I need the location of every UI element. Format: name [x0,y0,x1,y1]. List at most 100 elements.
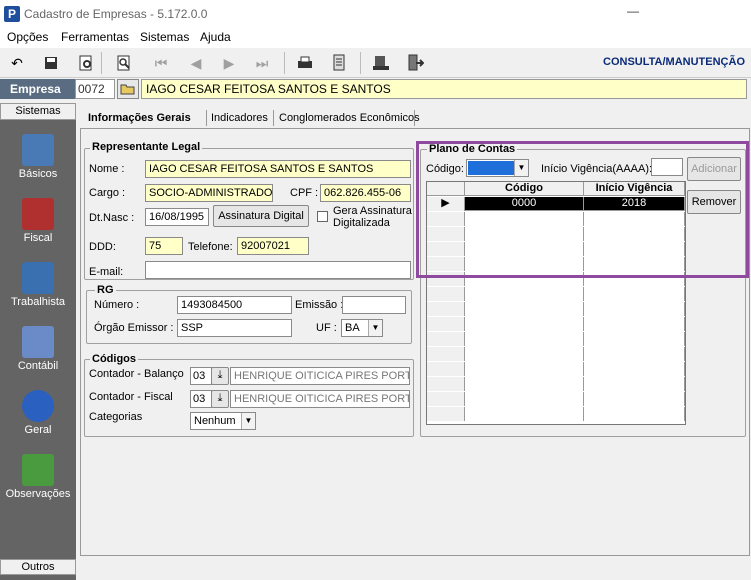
exit-icon[interactable] [404,52,426,74]
worker-icon [22,262,54,294]
menu-sistemas[interactable]: Sistemas [140,30,189,44]
empty-grid-row [427,377,685,391]
empty-grid-row [427,332,685,346]
first-record-icon[interactable]: ⏮ [150,52,172,74]
tab-informacoes-gerais[interactable]: Informações Gerais [86,108,193,128]
menu-ferramentas[interactable]: Ferramentas [61,30,129,44]
find-icon[interactable] [113,52,135,74]
sidebar-item-observacoes[interactable]: Observações [0,454,76,500]
nome-field[interactable]: IAGO CESAR FEITOSA SANTOS E SANTOS [145,160,411,178]
download-icon[interactable]: ⤓ [211,367,229,385]
assinatura-digital-button[interactable]: Assinatura Digital [213,205,309,227]
contador-fiscal-label: Contador - Fiscal [89,391,173,403]
uf-select[interactable]: BA ▼ [341,319,383,337]
categorias-select[interactable]: Nenhum ▼ [190,412,256,430]
balanco-code-field[interactable]: 03 [190,367,212,385]
empty-grid-cell [427,317,465,331]
save-icon[interactable] [40,52,62,74]
empty-grid-row [427,287,685,301]
cargo-label: Cargo : [89,187,126,199]
empty-grid-cell [427,332,465,346]
contador-balanco-label: Contador - Balanço [89,368,184,380]
empty-grid-cell [584,302,685,316]
cpf-field[interactable]: 062.826.455-06 [320,184,411,202]
download-icon[interactable]: ⤓ [211,390,229,408]
last-record-icon[interactable]: ⏭ [251,52,273,74]
cpf-label: CPF : [290,187,319,199]
empresa-name-field[interactable]: IAGO CESAR FEITOSA SANTOS E SANTOS [141,79,747,99]
open-folder-icon[interactable] [117,79,139,99]
rg-numero-field[interactable]: 1493084500 [177,296,292,314]
empty-grid-row [427,362,685,376]
dtnasc-field[interactable]: 16/08/1995 [145,208,209,226]
stamp-icon[interactable] [370,52,392,74]
empty-grid-row [427,347,685,361]
empty-grid-row [427,317,685,331]
representante-legend: Representante Legal [90,141,203,153]
highlight-box [416,141,749,278]
sidebar-item-trabalhista[interactable]: Trabalhista [0,262,76,308]
menu-bar: Opções Ferramentas Sistemas Ajuda [0,28,751,48]
sidebar-item-fiscal[interactable]: Fiscal [0,198,76,244]
pen-paper-icon [22,454,54,486]
sidebar-footer[interactable]: Outros [0,559,76,575]
undo-icon[interactable]: ↶ [6,52,28,74]
empty-grid-cell [584,377,685,391]
next-record-icon[interactable]: ▶ [218,52,240,74]
email-label: E-mail: [89,266,124,278]
empty-grid-cell [584,347,685,361]
empty-grid-cell [584,317,685,331]
dtnasc-label: Dt.Nasc : [89,212,135,224]
rg-emissao-field[interactable] [342,296,406,314]
menu-ajuda[interactable]: Ajuda [200,30,231,44]
empty-grid-cell [584,392,685,406]
empty-grid-cell [584,362,685,376]
email-field[interactable] [145,261,411,279]
empty-grid-cell [427,347,465,361]
rg-orgao-field[interactable]: SSP [177,319,292,337]
window-title: Cadastro de Empresas - 5.172.0.0 [24,7,208,21]
empty-grid-cell [465,362,584,376]
tab-indicadores[interactable]: Indicadores [209,108,270,128]
sidebar-item-contabil[interactable]: Contábil [0,326,76,372]
telefone-label: Telefone: [188,241,233,253]
empty-grid-cell [427,287,465,301]
sidebar-item-basicos[interactable]: Básicos [0,134,76,180]
fiscal-name-field: HENRIQUE OITICICA PIRES PORTO [230,390,410,408]
balanco-name-field: HENRIQUE OITICICA PIRES PORTO [230,367,410,385]
codigos-legend: Códigos [90,353,138,365]
tab-conglomerados[interactable]: Conglomerados Econômicos [277,108,422,128]
sidebar-item-geral[interactable]: Geral [0,390,76,436]
menu-opcoes[interactable]: Opções [7,30,48,44]
empty-grid-cell [465,407,584,421]
minimize-icon[interactable]: — [626,4,640,18]
sidebar-item-label: Trabalhista [10,296,65,308]
empty-grid-cell [465,392,584,406]
empty-grid-cell [427,362,465,376]
prev-record-icon[interactable]: ◀ [185,52,207,74]
telefone-field[interactable]: 92007021 [237,237,309,255]
app-icon: P [4,6,20,22]
print-icon[interactable] [294,52,316,74]
empty-grid-cell [427,392,465,406]
empty-grid-cell [465,317,584,331]
gera-assinatura-checkbox[interactable] [317,211,328,222]
report-icon[interactable] [329,52,351,74]
empty-grid-cell [584,407,685,421]
orgao-label: Órgão Emissor : [94,322,174,334]
empty-grid-row [427,392,685,406]
empresa-code-field[interactable]: 0072 [75,79,115,99]
ddd-field[interactable]: 75 [145,237,183,255]
empty-grid-cell [427,407,465,421]
fiscal-code-field[interactable]: 03 [190,390,212,408]
sidebar-header[interactable]: Sistemas [0,103,76,120]
empty-grid-cell [427,377,465,391]
print-preview-icon[interactable] [75,52,97,74]
empty-grid-row [427,302,685,316]
chevron-down-icon[interactable]: ▼ [241,413,255,429]
sidebar-item-label: Fiscal [23,232,53,244]
chevron-down-icon[interactable]: ▼ [368,320,382,336]
cargo-field[interactable]: SOCIO-ADMINISTRADOR [145,184,273,202]
gera-assinatura-label: Gera Assinatura Digitalizada [333,205,412,229]
info-icon [22,390,54,422]
